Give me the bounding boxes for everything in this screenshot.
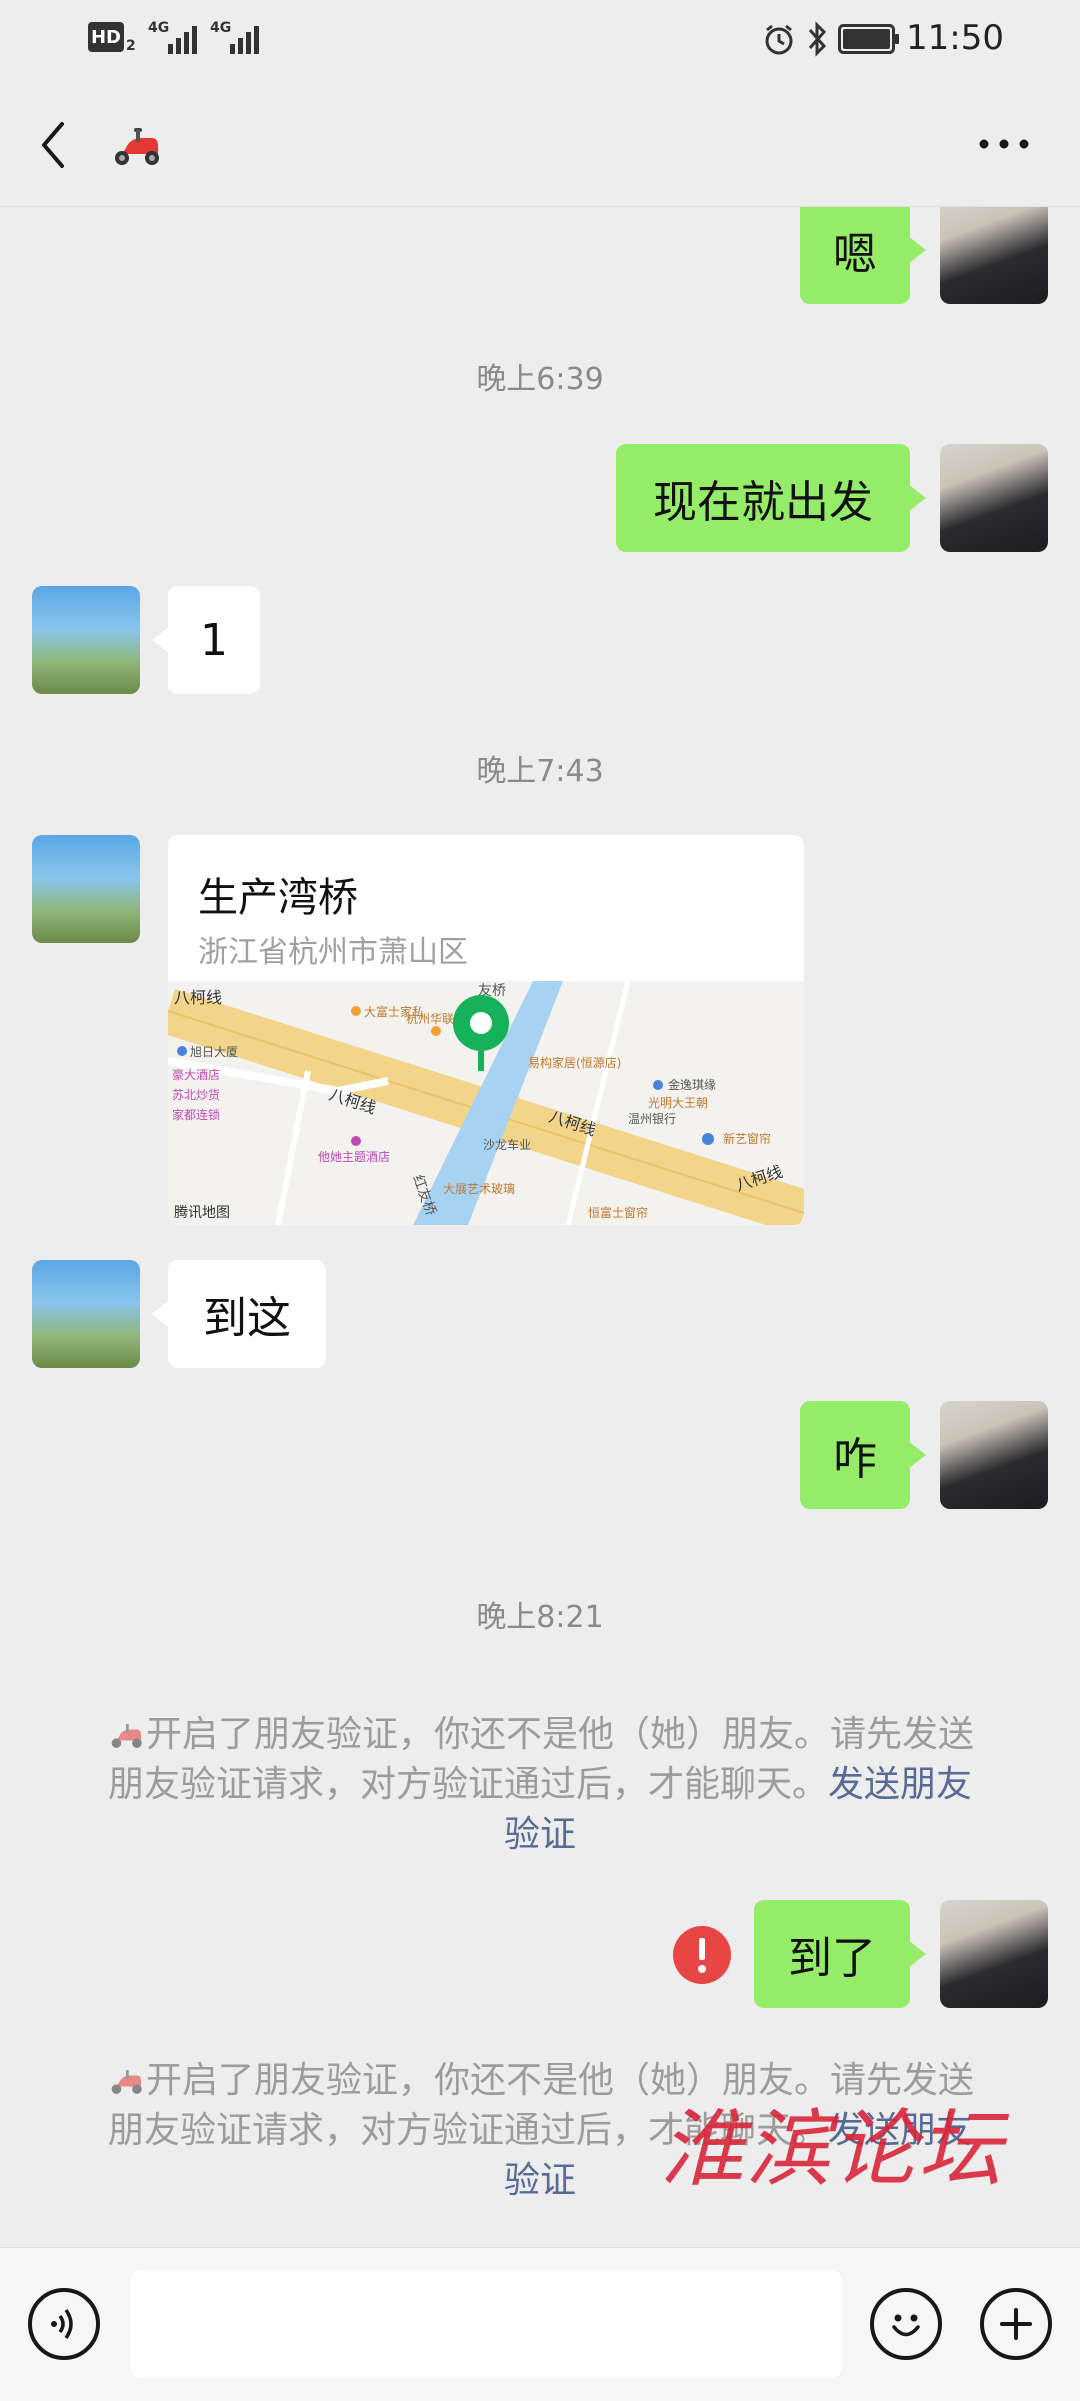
avatar-self[interactable] [940,444,1048,552]
emoji-icon[interactable] [870,2288,942,2360]
map-poi: 温州银行 [628,1112,676,1126]
map-poi: 豪大酒店 [172,1067,220,1082]
message-bubble-peer[interactable]: 到这 [152,1260,326,1368]
network-type-1: 4G [148,20,170,36]
send-failed-icon[interactable] [672,1925,732,1985]
timestamp: 晚上8:21 [476,1600,604,1635]
scooter-emoji-icon [111,1724,142,1748]
signal-strength-1-icon [168,22,197,54]
forum-watermark: 淮滨论坛 [660,2100,1005,2198]
map-poi: 他她主题酒店 [318,1150,390,1164]
map-poi: 大展艺术玻璃 [443,1182,515,1196]
map-poi: 杭州华联 [406,1011,454,1026]
avatar-peer[interactable] [32,835,140,943]
battery-icon [838,24,899,54]
timestamp: 晚上6:39 [476,362,604,397]
message-text: 到这 [203,1293,291,1344]
menu-dots-icon[interactable] [976,136,1032,152]
location-title: 生产湾桥 [198,875,358,921]
scooter-emoji-icon [111,2070,142,2094]
hd-voice-icon: HD [88,22,124,52]
alarm-icon [765,24,793,55]
avatar-peer[interactable] [32,586,140,694]
map-poi: 恒富士窗帘 [588,1205,648,1220]
voice-wave-glyph [51,2308,73,2340]
message-bubble-self[interactable]: 到了 [754,1900,926,2008]
map-poi: 旭日大厦 [190,1045,238,1059]
message-bubble-self[interactable]: 现在就出发 [616,444,926,552]
signal-strength-2-icon [230,22,259,54]
avatar-self[interactable] [940,1401,1048,1509]
avatar-self[interactable] [940,196,1048,304]
message-bubble-self[interactable]: 咋 [800,1401,926,1509]
map-attribution: 腾讯地图 [174,1204,230,1221]
message-bubble-self[interactable]: 嗯 [800,196,926,304]
network-type-2: 4G [210,20,232,36]
map-preview: 八柯线 八柯线 八柯线 八柯线 友桥 红友桥 大富士家私 杭州华联 旭日大厦 豪… [168,981,804,1225]
map-poi: 易构家居(恒源店) [528,1055,621,1070]
map-poi: 新艺窗帘 [723,1131,771,1146]
message-bubble-peer[interactable]: 1 [152,586,260,694]
message-text: 咋 [833,1434,877,1485]
back-chevron-icon[interactable] [36,120,72,170]
message-text: 1 [200,614,228,666]
message-text: 嗯 [833,229,877,280]
map-poi: 光明大王朝 [648,1096,708,1110]
plus-glyph [1000,2308,1032,2340]
map-poi: 沙龙车业 [483,1137,531,1152]
map-poi: 家都连锁 [172,1107,220,1122]
voice-icon[interactable] [28,2288,100,2360]
avatar-self[interactable] [940,1900,1048,2008]
location-address: 浙江省杭州市萧山区 [198,935,468,970]
status-bar: HD 2 4G 4G 11:50 [0,0,1080,80]
clock: 11:50 [906,18,1004,58]
timestamp: 晚上7:43 [476,754,604,789]
system-notice: 开启了朋友验证，你还不是他（她）朋友。请先发送朋友验证请求，对方验证通过后，才能… [90,1710,990,1860]
contact-scooter-icon[interactable] [108,124,164,168]
bluetooth-icon [808,21,827,57]
message-text: 现在就出发 [653,477,873,528]
map-road-label: 八柯线 [174,988,222,1007]
plus-icon[interactable] [980,2288,1052,2360]
hd-sub-label: 2 [126,38,136,54]
avatar-peer[interactable] [32,1260,140,1368]
message-text: 到了 [788,1933,876,1984]
location-card[interactable]: 生产湾桥 浙江省杭州市萧山区 八柯线 八柯线 八柯线 八柯线 友桥 红友桥 大富… [168,835,804,1225]
map-poi: 金逸琪缘 [668,1077,716,1092]
smiley-glyph [892,2314,920,2337]
map-poi: 苏北炒货 [172,1087,220,1102]
message-input[interactable] [130,2270,842,2378]
